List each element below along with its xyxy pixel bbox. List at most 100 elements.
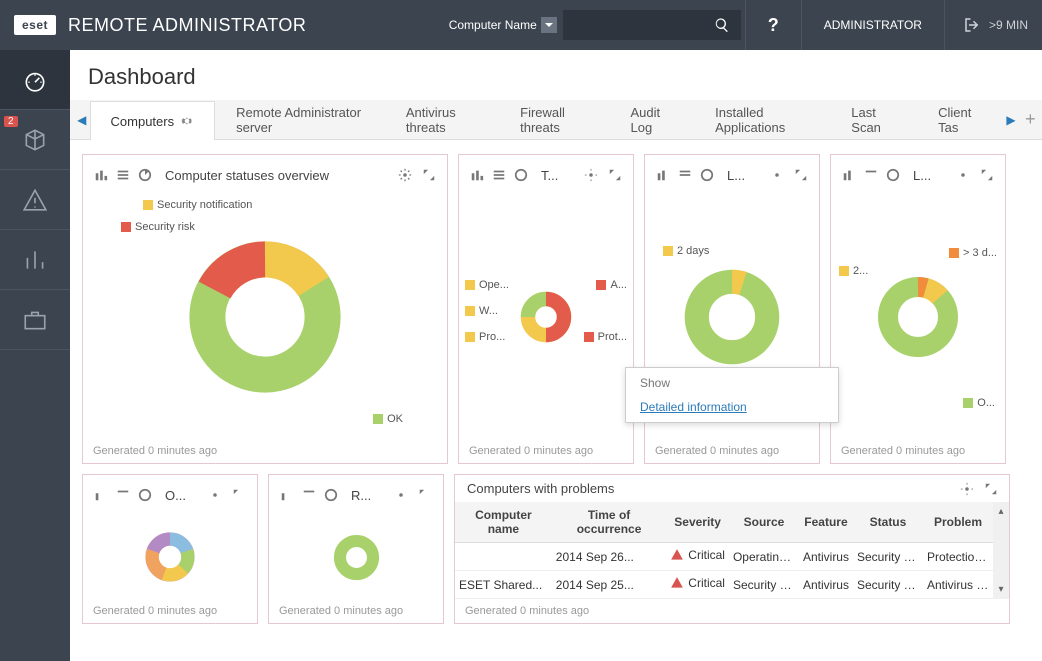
logout-icon [963, 16, 981, 34]
page-title: Dashboard [70, 50, 1042, 100]
widget-expand-icon[interactable] [791, 165, 811, 185]
widget-settings-icon[interactable] [395, 165, 415, 185]
sidebar-item-dashboard[interactable] [0, 50, 70, 110]
widget-settings-icon[interactable] [581, 165, 601, 185]
widget-expand-icon[interactable] [229, 485, 249, 505]
widget-settings-icon[interactable] [957, 479, 977, 499]
view-bar-icon[interactable] [653, 165, 673, 185]
scroll-up-icon[interactable]: ▴ [998, 506, 1003, 517]
widget-expand-icon[interactable] [977, 165, 997, 185]
search-input[interactable] [563, 10, 703, 40]
widget-footer: Generated 0 minutes ago [83, 439, 447, 463]
tab-installed-apps[interactable]: Installed Applications [694, 100, 830, 139]
tab-audit-log[interactable]: Audit Log [610, 100, 695, 139]
warning-icon [22, 187, 48, 213]
widget-settings-icon[interactable] [953, 165, 973, 185]
widget-w3: L... 2 days Generated 0 min [644, 154, 820, 464]
view-list-icon[interactable] [113, 165, 133, 185]
table-row[interactable]: ESET Shared... 2014 Sep 25... Critical S… [455, 571, 993, 599]
sidebar-item-admin[interactable] [0, 290, 70, 350]
tab-antivirus-threats[interactable]: Antivirus threats [385, 100, 499, 139]
sidebar-item-reports[interactable] [0, 230, 70, 290]
widget-settings-icon[interactable] [205, 485, 225, 505]
tab-computers[interactable]: Computers [90, 101, 216, 140]
critical-icon [670, 576, 684, 590]
donut-chart [329, 530, 384, 585]
top-bar: eset REMOTE ADMINISTRATOR Computer Name … [0, 0, 1042, 50]
chart-popover: Show Detailed information [625, 367, 839, 423]
view-pie-icon[interactable] [511, 165, 531, 185]
sidebar: 2 [0, 50, 70, 661]
view-list-icon[interactable] [299, 485, 319, 505]
critical-icon [670, 548, 684, 562]
search-button[interactable] [703, 10, 741, 40]
view-pie-icon[interactable] [135, 165, 155, 185]
view-list-icon[interactable] [675, 165, 695, 185]
widget-title: Computer statuses overview [157, 168, 393, 183]
donut-chart [516, 287, 576, 347]
view-pie-icon[interactable] [883, 165, 903, 185]
search-icon [714, 17, 730, 33]
product-title: REMOTE ADMINISTRATOR [68, 15, 306, 36]
help-button[interactable]: ? [750, 0, 797, 50]
tab-firewall-threats[interactable]: Firewall threats [499, 100, 609, 139]
tab-client-tasks[interactable]: Client Tas [917, 100, 1003, 139]
sidebar-badge: 2 [4, 116, 18, 127]
tab-ra-server[interactable]: Remote Administrator server [215, 100, 385, 139]
briefcase-icon [22, 307, 48, 333]
widget-grid: Computer statuses overview Security noti [70, 140, 1042, 638]
view-bar-icon[interactable] [91, 485, 111, 505]
table-scrollbar[interactable]: ▴ ▾ [993, 502, 1009, 599]
widget-settings-icon[interactable] [767, 165, 787, 185]
widget-expand-icon[interactable] [981, 479, 1001, 499]
view-list-icon[interactable] [113, 485, 133, 505]
widget-w2: T... Ope... A [458, 154, 634, 464]
view-pie-icon[interactable] [697, 165, 717, 185]
widget-settings-icon[interactable] [391, 485, 411, 505]
sidebar-item-computers[interactable]: 2 [0, 110, 70, 170]
popover-link[interactable]: Detailed information [640, 400, 747, 414]
cube-icon [22, 127, 48, 153]
donut-chart [868, 267, 968, 367]
gear-icon[interactable] [180, 114, 194, 128]
widget-title: T... [533, 168, 579, 183]
donut-chart [677, 262, 787, 372]
widget-expand-icon[interactable] [419, 165, 439, 185]
widget-problems: Computers with problems Computer name Ti… [454, 474, 1010, 624]
search-scope-label: Computer Name [449, 18, 537, 32]
widget-w5: O... [82, 474, 258, 624]
donut-chart [140, 527, 200, 587]
popover-title: Show [640, 376, 824, 390]
view-bar-icon[interactable] [467, 165, 487, 185]
view-bar-icon[interactable] [277, 485, 297, 505]
view-bar-icon[interactable] [91, 165, 111, 185]
widget-expand-icon[interactable] [605, 165, 625, 185]
tab-row: ◀ Computers Remote Administrator server … [70, 100, 1042, 140]
search-scope-dropdown[interactable] [541, 17, 557, 33]
sidebar-item-threats[interactable] [0, 170, 70, 230]
view-list-icon[interactable] [489, 165, 509, 185]
widget-overview: Computer statuses overview Security noti [82, 154, 448, 464]
view-bar-icon[interactable] [839, 165, 859, 185]
gauge-icon [22, 67, 48, 93]
brand-badge: eset [14, 15, 56, 35]
view-pie-icon[interactable] [321, 485, 341, 505]
widget-w6: R... Generated 0 minutes ago [268, 474, 444, 624]
widget-view-toggles [91, 165, 155, 185]
view-pie-icon[interactable] [135, 485, 155, 505]
donut-chart [175, 227, 355, 407]
chevron-down-icon [544, 20, 554, 30]
tab-add[interactable]: + [1019, 100, 1042, 139]
view-list-icon[interactable] [861, 165, 881, 185]
table-row[interactable]: 2014 Sep 26... Critical Operating s... A… [455, 543, 993, 571]
tabs-scroll-right[interactable]: ▶ [1003, 100, 1019, 139]
tab-last-scan[interactable]: Last Scan [830, 100, 917, 139]
scroll-down-icon[interactable]: ▾ [998, 584, 1003, 595]
user-menu[interactable]: ADMINISTRATOR [806, 0, 940, 50]
tabs-scroll-left[interactable]: ◀ [74, 100, 90, 139]
logout-button[interactable]: >9 MIN [949, 16, 1042, 34]
widget-w4: L... > 3 d... 2... [830, 154, 1006, 464]
session-timer: >9 MIN [989, 18, 1028, 32]
widget-expand-icon[interactable] [415, 485, 435, 505]
bar-chart-icon [22, 247, 48, 273]
